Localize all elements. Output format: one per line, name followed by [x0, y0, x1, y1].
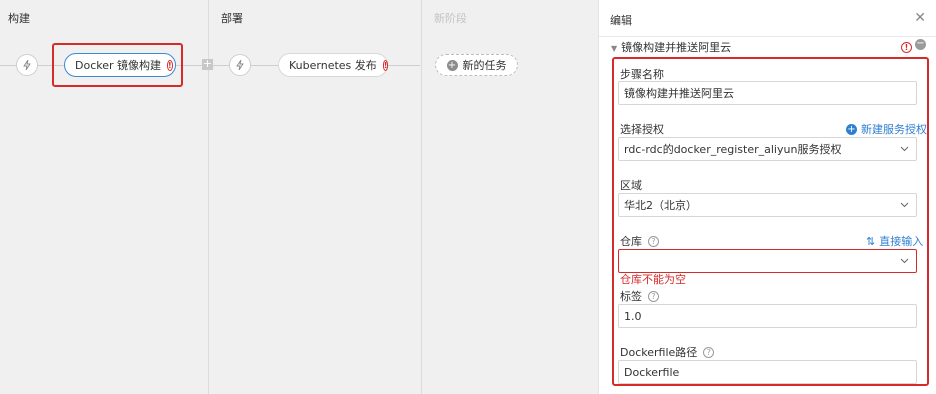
step-name-value: 镜像构建并推送阿里云	[624, 87, 734, 100]
help-icon[interactable]: ?	[703, 346, 715, 358]
dockerfile-label: Dockerfile路径	[620, 346, 698, 359]
dockerfile-value: Dockerfile	[624, 365, 680, 379]
new-auth-label: 新建服务授权	[861, 123, 927, 136]
add-stage-icon[interactable]: +	[202, 58, 213, 70]
divider	[599, 36, 936, 37]
tag-label: 标签	[620, 290, 642, 303]
job-label: Kubernetes 发布	[289, 59, 377, 72]
help-icon[interactable]: ?	[648, 235, 659, 247]
region-label: 区域	[620, 179, 642, 192]
chevron-down-icon	[900, 202, 909, 208]
dockerfile-input[interactable]: Dockerfile	[618, 360, 917, 384]
chevron-down-icon	[900, 258, 909, 264]
region-value: 华北2（北京）	[624, 199, 697, 212]
highlight-box	[52, 43, 183, 87]
stage-title-build: 构建	[8, 12, 30, 25]
new-task-label: 新的任务	[462, 59, 507, 72]
tag-input[interactable]: 1.0	[618, 304, 917, 328]
direct-input-link[interactable]: ⇅ 直接输入	[866, 233, 923, 249]
tag-label-row: 标签 ?	[620, 288, 659, 304]
section-title: 镜像构建并推送阿里云	[621, 41, 732, 54]
help-icon[interactable]: ?	[648, 290, 659, 302]
auth-select[interactable]: rdc-rdc的docker_register_aliyun服务授权	[618, 137, 917, 161]
panel-title: 编辑	[610, 14, 632, 27]
repo-label: 仓库	[620, 235, 642, 248]
new-task-button[interactable]: + 新的任务	[435, 54, 518, 76]
repo-error-message: 仓库不能为空	[620, 273, 686, 286]
pipeline-canvas: 构建 部署 新阶段 Docker 镜像构建 ! + Kubernetes 发布 …	[0, 0, 598, 394]
trigger-node-build[interactable]	[16, 54, 38, 76]
auth-value: rdc-rdc的docker_register_aliyun服务授权	[624, 143, 842, 156]
error-icon: !	[901, 42, 912, 53]
step-name-label: 步骤名称	[620, 68, 664, 81]
new-auth-link[interactable]: + 新建服务授权	[846, 121, 927, 137]
direct-input-label: 直接输入	[879, 235, 924, 248]
repo-select[interactable]	[618, 249, 917, 273]
repo-label-row: 仓库 ?	[620, 233, 659, 249]
stage-title-new: 新阶段	[434, 12, 467, 25]
lightning-icon	[23, 60, 31, 70]
dockerfile-label-row: Dockerfile路径 ?	[620, 344, 715, 360]
remove-step-icon[interactable]: −	[915, 39, 926, 50]
highlight-box	[612, 57, 929, 386]
section-header[interactable]: ▼ 镜像构建并推送阿里云	[611, 39, 731, 55]
tag-value: 1.0	[624, 309, 642, 323]
auth-label: 选择授权	[620, 123, 664, 136]
swap-icon: ⇅	[866, 234, 876, 248]
lightning-icon	[236, 60, 244, 70]
step-name-input[interactable]: 镜像构建并推送阿里云	[618, 81, 917, 105]
stage-title-deploy: 部署	[221, 12, 243, 25]
chevron-down-icon	[900, 146, 909, 152]
error-icon: !	[382, 59, 389, 71]
region-select[interactable]: 华北2（北京）	[618, 193, 917, 217]
trigger-node-deploy[interactable]	[229, 54, 251, 76]
section-error-indicator: !	[901, 39, 912, 53]
close-icon[interactable]: ✕	[914, 10, 926, 26]
plus-circle-icon: +	[446, 59, 458, 71]
caret-down-icon: ▼	[611, 44, 618, 53]
job-kubernetes-deploy[interactable]: Kubernetes 发布 !	[278, 53, 389, 77]
plus-circle-icon: +	[846, 123, 857, 135]
